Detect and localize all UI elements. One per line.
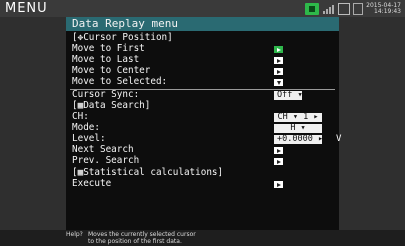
move-to-selected-button[interactable] — [274, 79, 283, 86]
level-input[interactable]: +0.0000 ▸ — [274, 135, 323, 144]
right-sidebar — [339, 17, 405, 230]
prev-search-button[interactable] — [274, 158, 283, 165]
left-sidebar — [0, 17, 66, 230]
execute-label: Execute — [72, 178, 112, 189]
help-text: Moves the currently selected cursor to t… — [88, 231, 196, 245]
help-bar: Help? Moves the currently selected curso… — [66, 230, 339, 246]
data-replay-panel: Data Replay menu [✥Cursor Position] Move… — [66, 17, 342, 230]
move-to-last-label: Move to Last — [72, 54, 140, 65]
help-label: Help? — [66, 231, 83, 238]
status-area: 2015-04-17 14:19:43 — [305, 1, 401, 16]
recording-icon — [305, 2, 320, 15]
play-icon — [276, 47, 281, 52]
cursor-position-section: [✥Cursor Position] — [72, 32, 173, 43]
mode-dropdown[interactable]: H ▾ — [274, 124, 322, 133]
play-icon — [276, 148, 281, 153]
battery-icon — [338, 2, 351, 15]
play-icon — [276, 69, 281, 74]
level-label: Level: — [72, 133, 106, 144]
move-to-last-button[interactable] — [274, 57, 283, 64]
play-icon — [276, 58, 281, 63]
move-to-center-label: Move to Center — [72, 65, 151, 76]
ch-label: CH: — [72, 111, 89, 122]
execute-button[interactable] — [274, 181, 283, 188]
time-text: 14:19:43 — [374, 7, 401, 15]
signal-icon — [323, 4, 335, 14]
play-icon — [276, 182, 281, 187]
statistical-section: [▦Statistical calculations] — [72, 167, 224, 178]
chevron-down-icon — [276, 80, 281, 85]
network-icon — [353, 2, 364, 15]
move-to-center-button[interactable] — [274, 68, 283, 75]
move-to-first-button[interactable] — [274, 46, 283, 53]
help-line-1: Moves the currently selected cursor — [88, 231, 196, 238]
data-search-section: [▦Data Search] — [72, 100, 151, 111]
ch-dropdown[interactable]: CH ▾ 1 ▸ — [274, 113, 322, 122]
prev-search-label: Prev. Search — [72, 155, 140, 166]
next-search-button[interactable] — [274, 147, 283, 154]
help-line-2: to the position of the first data. — [88, 238, 182, 245]
panel-title: Data Replay menu — [66, 17, 339, 31]
move-to-selected-label: Move to Selected: — [72, 76, 168, 87]
next-search-label: Next Search — [72, 144, 134, 155]
mode-label: Mode: — [72, 122, 100, 133]
level-unit: V — [336, 134, 342, 144]
play-icon — [276, 159, 281, 164]
top-bar: MENU 2015-04-17 14:19:43 — [0, 0, 405, 17]
cursor-sync-dropdown[interactable]: Off ▾ — [274, 91, 303, 100]
menu-label: MENU — [5, 1, 48, 16]
cursor-sync-label: Cursor Sync: — [72, 89, 140, 100]
move-to-first-label: Move to First — [72, 43, 145, 54]
clock: 2015-04-17 14:19:43 — [366, 2, 401, 15]
